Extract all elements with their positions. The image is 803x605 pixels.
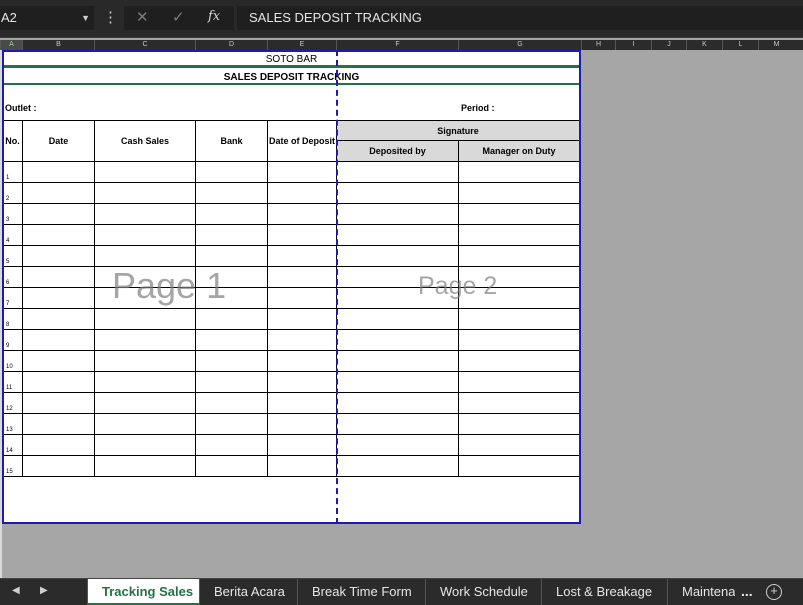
tab-work-schedule[interactable]: Work Schedule	[425, 579, 542, 605]
formula-bar: A2 ▼ ⋮ ✕ ✓ fx SALES DEPOSIT TRACKING	[0, 0, 803, 38]
column-header[interactable]: A	[0, 40, 22, 50]
column-header[interactable]: I	[615, 40, 651, 50]
insert-function-icon[interactable]: fx	[208, 9, 220, 24]
enter-icon[interactable]: ✓	[172, 8, 185, 26]
formula-buttons: ✕ ✓ fx	[124, 6, 234, 30]
page1-watermark: Page 1	[112, 265, 227, 306]
name-box-value: A2	[1, 10, 17, 25]
chevron-down-icon[interactable]: ▼	[81, 6, 90, 30]
formula-input[interactable]: SALES DEPOSIT TRACKING	[237, 6, 803, 30]
more-tabs-icon[interactable]: ...	[741, 583, 753, 599]
column-headers: A B C D E F G H I J K L M	[0, 40, 803, 50]
column-header[interactable]: H	[581, 40, 615, 50]
column-header[interactable]: E	[267, 40, 336, 50]
worksheet[interactable]: SOTO BAR SALES DEPOSIT TRACKING Outlet :…	[2, 50, 581, 524]
column-header[interactable]: G	[458, 40, 581, 50]
column-header[interactable]: B	[22, 40, 94, 50]
cancel-icon[interactable]: ✕	[136, 8, 149, 26]
page-break-line	[336, 50, 338, 524]
tab-lost-breakage[interactable]: Lost & Breakage	[541, 579, 666, 605]
add-sheet-icon[interactable]: +	[766, 584, 782, 600]
name-box[interactable]: A2 ▼	[0, 6, 94, 30]
column-header[interactable]: L	[722, 40, 758, 50]
column-header[interactable]: F	[336, 40, 458, 50]
page2-watermark: Page 2	[418, 272, 498, 300]
column-header[interactable]: M	[758, 40, 794, 50]
tab-berita-acara[interactable]: Berita Acara	[199, 579, 299, 605]
sheet-tab-bar: ◀ ▶ Tracking Sales Berita Acara Break Ti…	[0, 578, 803, 605]
next-sheet-icon[interactable]: ▶	[40, 585, 48, 596]
tab-tracking-sales[interactable]: Tracking Sales	[87, 579, 199, 605]
column-header[interactable]: J	[651, 40, 686, 50]
tab-maintenance[interactable]: Maintena	[667, 579, 735, 605]
prev-sheet-icon[interactable]: ◀	[12, 585, 20, 596]
column-header[interactable]: K	[686, 40, 722, 50]
column-header[interactable]: C	[94, 40, 195, 50]
tab-break-time-form[interactable]: Break Time Form	[297, 579, 426, 605]
column-header[interactable]: D	[195, 40, 267, 50]
more-options-icon[interactable]: ⋮	[103, 10, 118, 25]
